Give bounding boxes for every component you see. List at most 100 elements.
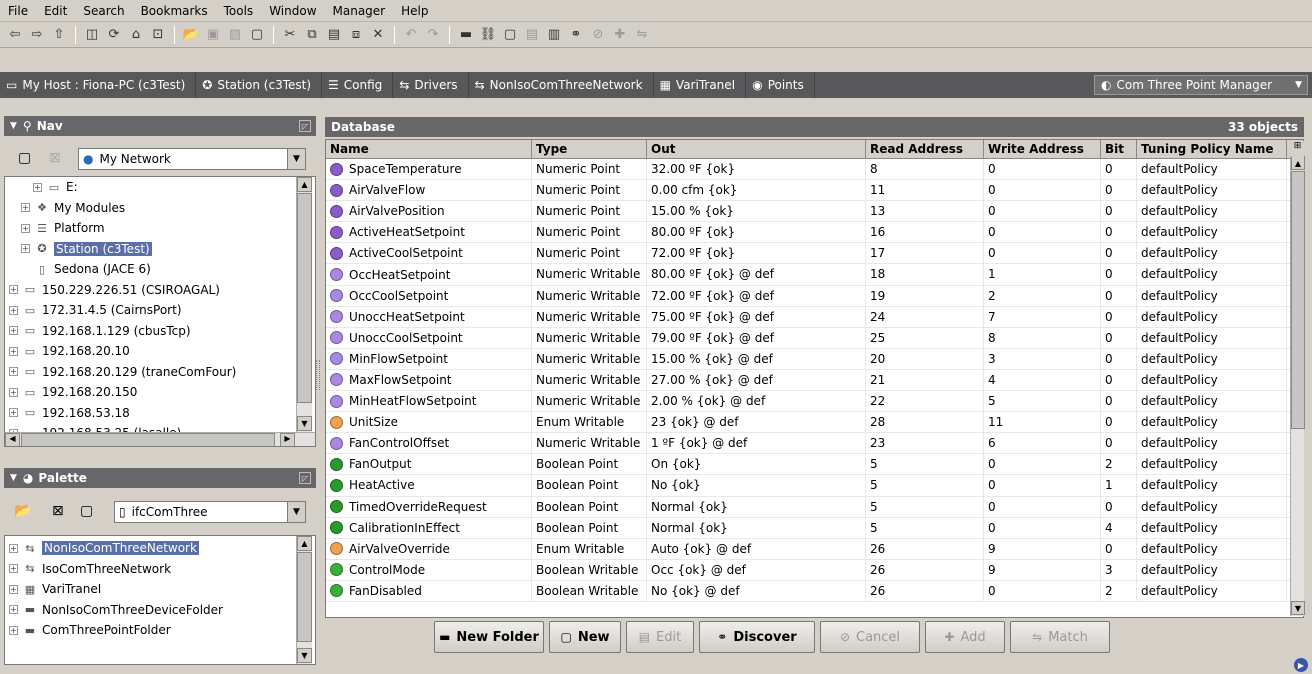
new-folder-button[interactable]: ▬ New Folder	[434, 621, 544, 653]
palette-item[interactable]: + ▬ ComThreePointFolder	[9, 620, 315, 641]
expand-icon[interactable]: +	[9, 543, 18, 553]
menu-bookmarks[interactable]: Bookmarks	[133, 4, 216, 18]
save-icon[interactable]: ▣	[202, 24, 224, 46]
column-header[interactable]: Bit	[1101, 140, 1137, 158]
discover-tool-icon[interactable]: ⚭	[565, 24, 587, 46]
expand-icon[interactable]: +	[9, 346, 18, 356]
edit-button[interactable]: ▤ Edit	[626, 621, 694, 653]
close-icon[interactable]: ◸	[299, 120, 311, 132]
table-scrollbar[interactable]: ▲ ▼	[1290, 156, 1305, 616]
locator-segment[interactable]: ⇆ NonIsoComThreeNetwork	[469, 72, 654, 98]
locator-segment[interactable]: ✪ Station (c3Test)	[196, 72, 323, 98]
tree-item[interactable]: + ▭ 150.229.226.51 (CSIROAGAL)	[9, 280, 315, 301]
table-row[interactable]: OccHeatSetpoint Numeric Writable 80.00 ºF …	[326, 264, 1303, 286]
expand-icon[interactable]: +	[9, 408, 18, 418]
up-level-icon[interactable]: ⇧	[48, 24, 70, 46]
add-tool-icon[interactable]: ✚	[609, 24, 631, 46]
palette-item[interactable]: + ▬ NonIsoComThreeDeviceFolder	[9, 600, 315, 621]
scroll-thumb[interactable]	[297, 552, 312, 642]
expand-icon[interactable]: +	[9, 584, 18, 594]
palette-close-icon[interactable]: ⊠	[52, 503, 64, 519]
scroll-right-icon[interactable]: ▶	[280, 433, 295, 446]
paste-icon[interactable]: ▤	[323, 24, 345, 46]
scroll-down-icon[interactable]: ▼	[297, 648, 312, 663]
delete-icon[interactable]: ✕	[367, 24, 389, 46]
table-row[interactable]: UnitSize Enum Writable 23 {ok} @ def 28 11 0 d…	[326, 412, 1303, 434]
nav-new-icon[interactable]: ▢	[18, 150, 31, 166]
table-row[interactable]: MinFlowSetpoint Numeric Writable 15.00 % {…	[326, 348, 1303, 370]
duplicate-icon[interactable]: ⧈	[345, 24, 367, 46]
menu-window[interactable]: Window	[261, 4, 324, 18]
side-bar-icon[interactable]: ◫	[81, 24, 103, 46]
menu-edit[interactable]: Edit	[36, 4, 75, 18]
nav-close-icon[interactable]: ⊠	[49, 150, 61, 166]
menu-search[interactable]: Search	[75, 4, 132, 18]
column-header[interactable]: Write Address	[984, 140, 1101, 158]
menu-manager[interactable]: Manager	[325, 4, 394, 18]
collapse-icon[interactable]: ▼	[10, 121, 17, 131]
redo-icon[interactable]: ↷	[422, 24, 444, 46]
forward-icon[interactable]: ⇨	[26, 24, 48, 46]
tree-item[interactable]: + ✪ Station (c3Test)	[9, 239, 315, 260]
palette-scrollbar[interactable]: ▲ ▼	[296, 536, 312, 664]
tree-item[interactable]: + ☰ Platform	[9, 218, 315, 239]
column-header[interactable]: Type	[532, 140, 647, 158]
expand-icon[interactable]: +	[21, 244, 30, 254]
menu-help[interactable]: Help	[393, 4, 436, 18]
status-icon[interactable]: ▶	[1294, 658, 1308, 672]
table-row[interactable]: AirValveOverride Enum Writable Auto {ok} @…	[326, 538, 1303, 560]
table-row[interactable]: TimedOverrideRequest Boolean Point Normal …	[326, 496, 1303, 518]
new-folder-tool-icon[interactable]: ▬	[455, 24, 477, 46]
scroll-up-icon[interactable]: ▲	[297, 177, 312, 192]
table-row[interactable]: UnoccCoolSetpoint Numeric Writable 79.00 º…	[326, 327, 1303, 349]
palette-open-icon[interactable]: 📂	[14, 503, 31, 519]
pane-splitter[interactable]	[316, 360, 320, 390]
scroll-down-icon[interactable]: ▼	[297, 416, 312, 431]
tree-item[interactable]: + ▭ 192.168.53.18	[9, 403, 315, 424]
locator-segment[interactable]: ▭ My Host : Fiona-PC (c3Test)	[0, 72, 197, 98]
column-header[interactable]: Name	[326, 140, 532, 158]
column-header[interactable]: Read Address	[866, 140, 984, 158]
expand-icon[interactable]: +	[9, 326, 18, 336]
expand-icon[interactable]: +	[9, 367, 18, 377]
scroll-up-icon[interactable]: ▲	[1291, 156, 1305, 170]
tree-item[interactable]: + ▭ 192.168.20.10	[9, 341, 315, 362]
menu-file[interactable]: File	[0, 4, 36, 18]
menu-tools[interactable]: Tools	[216, 4, 262, 18]
palette-item[interactable]: + ⇆ NonIsoComThreeNetwork	[9, 538, 315, 559]
match-tool-icon[interactable]: ⇋	[631, 24, 653, 46]
column-header[interactable]: Out	[647, 140, 866, 158]
table-row[interactable]: FanDisabled Boolean Writable No {ok} @ def…	[326, 580, 1303, 602]
table-row[interactable]: FanControlOffset Numeric Writable 1 ºF {ok…	[326, 433, 1303, 455]
locator-segment[interactable]: ◉ Points	[746, 72, 815, 98]
scroll-left-icon[interactable]: ◀	[5, 433, 20, 446]
scroll-thumb[interactable]	[1291, 171, 1305, 429]
tree-item[interactable]: + ▭ 172.31.4.5 (CairnsPort)	[9, 300, 315, 321]
table-row[interactable]: SpaceTemperature Numeric Point 32.00 ºF {o…	[326, 159, 1303, 181]
table-row[interactable]: HeatActive Boolean Point No {ok} 5 0 1 default…	[326, 475, 1303, 497]
expand-icon[interactable]: +	[21, 203, 30, 213]
cancel-tool-icon[interactable]: ⊘	[587, 24, 609, 46]
hyperlink-icon[interactable]: ⊡	[147, 24, 169, 46]
tree-item[interactable]: + ❖ My Modules	[9, 198, 315, 219]
cut-icon[interactable]: ✂	[279, 24, 301, 46]
tree-item[interactable]: + ▭ 192.168.1.129 (cbusTcp)	[9, 321, 315, 342]
close-icon[interactable]: ◸	[299, 472, 311, 484]
new-doc-icon[interactable]: ▢	[246, 24, 268, 46]
view-selector[interactable]: ◐ Com Three Point Manager ▼	[1094, 75, 1308, 95]
locator-segment[interactable]: ▦ VariTraneI	[654, 72, 747, 98]
table-row[interactable]: MaxFlowSetpoint Numeric Writable 27.00 % {…	[326, 369, 1303, 392]
hscroll-thumb[interactable]	[21, 433, 275, 446]
scroll-thumb[interactable]	[297, 193, 312, 403]
refresh-icon[interactable]: ⟳	[103, 24, 125, 46]
new-tool-icon[interactable]: ▢	[499, 24, 521, 46]
table-row[interactable]: UnoccHeatSetpoint Numeric Writable 75.00 º…	[326, 306, 1303, 328]
table-row[interactable]: OccCoolSetpoint Numeric Writable 72.00 ºF …	[326, 285, 1303, 307]
locator-segment[interactable]: ⇆ Drivers	[393, 72, 469, 98]
home-icon[interactable]: ⌂	[125, 24, 147, 46]
column-header[interactable]: Tuning Policy Name	[1137, 140, 1287, 158]
expand-icon[interactable]: +	[9, 387, 18, 397]
tree-item[interactable]: + ▭ 192.168.20.129 (traneComFour)	[9, 362, 315, 383]
discover-button[interactable]: ⚭ Discover	[699, 621, 815, 653]
nav-root-selector[interactable]: ● My Network ▼	[78, 148, 306, 170]
